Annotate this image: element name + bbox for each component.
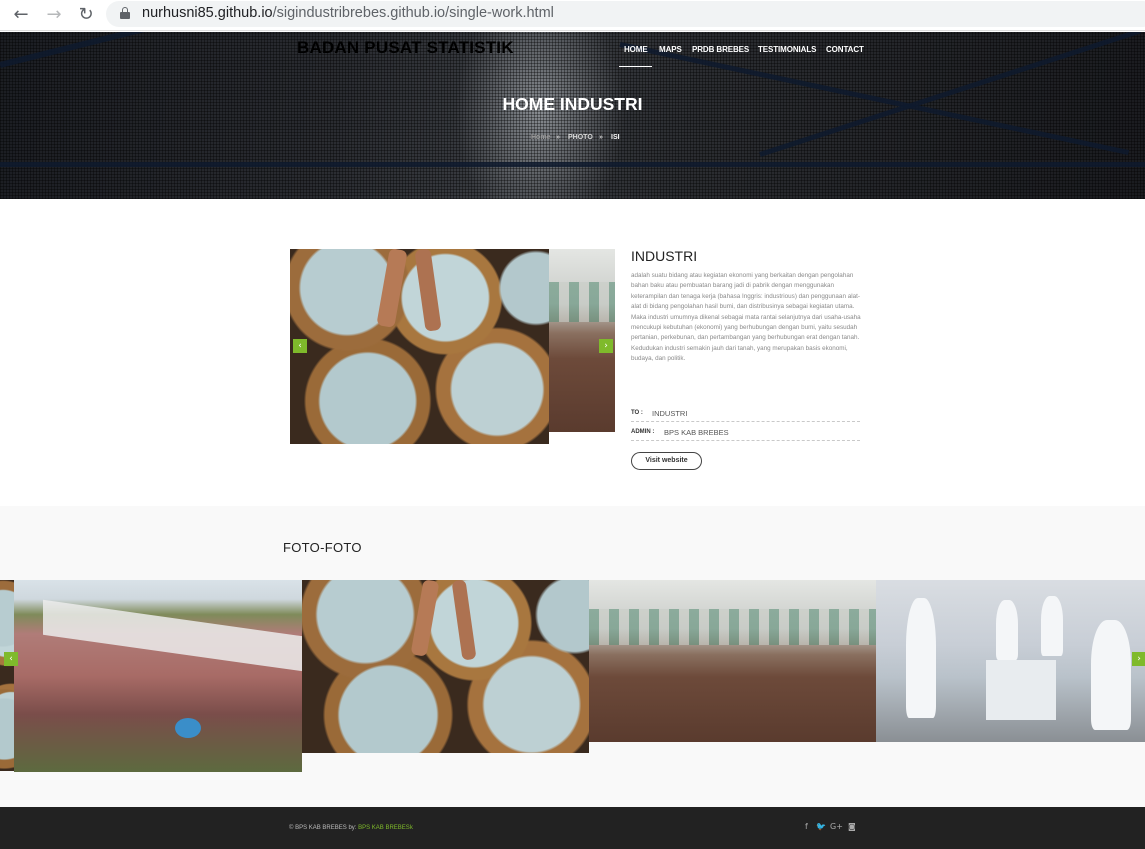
meta-admin-value: BPS KAB BREBES	[664, 428, 729, 437]
footer-credit-link[interactable]: BPS KAB BREBESk	[358, 825, 413, 831]
forward-arrow-icon[interactable]: →	[43, 4, 65, 26]
meta-to-value: INDUSTRI	[652, 409, 688, 418]
gallery-prev-icon[interactable]: ‹	[4, 652, 18, 666]
twitter-icon[interactable]: 🐦	[816, 822, 826, 831]
lock-icon	[120, 7, 130, 19]
browser-toolbar: ← → ↻ nurhusni85.github.io/sigindustribr…	[0, 0, 1145, 31]
breadcrumb-home[interactable]: Home	[531, 134, 550, 141]
breadcrumb-separator-icon: »	[556, 134, 560, 141]
meta-to-label: TO :	[631, 410, 643, 416]
nav-testimonials[interactable]: TESTIMONIALS	[758, 45, 816, 54]
facebook-icon[interactable]: f	[805, 822, 808, 831]
site-brand[interactable]: BADAN PUSAT STATISTIK	[297, 38, 514, 58]
gallery-image-onion-field[interactable]	[14, 580, 302, 772]
hero-beam	[0, 32, 254, 68]
slider-next-icon[interactable]: ›	[599, 339, 613, 353]
detail-description: adalah suatu bidang atau kegiatan ekonom…	[631, 272, 861, 363]
breadcrumb-photo[interactable]: PHOTO	[568, 134, 593, 141]
gallery-image-partial[interactable]	[0, 580, 14, 771]
nav-prdb-brebes[interactable]: PRDB BREBES	[692, 45, 749, 54]
instagram-icon[interactable]: ◙	[848, 822, 856, 831]
address-bar[interactable]: nurhusni85.github.io/sigindustribrebes.g…	[106, 1, 1145, 27]
footer-copyright: © BPS KAB BREBES by: BPS KAB BREBESk	[289, 825, 413, 831]
nav-active-indicator	[619, 66, 652, 67]
breadcrumb-current: ISI	[611, 134, 620, 141]
meta-admin-label: ADMIN :	[631, 429, 655, 435]
gallery-image-eggs[interactable]	[302, 580, 589, 753]
hero-banner: BADAN PUSAT STATISTIK HOME MAPS PRDB BRE…	[0, 32, 1145, 199]
slider-prev-icon[interactable]: ‹	[293, 339, 307, 353]
gallery-next-icon[interactable]: ›	[1132, 652, 1145, 666]
slider-image-eggs	[290, 249, 549, 444]
breadcrumb-separator-icon: »	[599, 134, 603, 141]
page-title: HOME INDUSTRI	[502, 94, 643, 114]
nav-maps[interactable]: MAPS	[659, 45, 682, 54]
gallery-image-onion-factory[interactable]	[589, 580, 876, 742]
gallery-title: FOTO-FOTO	[283, 540, 362, 555]
visit-website-button[interactable]: Visit website	[631, 452, 702, 470]
site-footer: © BPS KAB BREBES by: BPS KAB BREBESk f 🐦…	[0, 807, 1145, 849]
back-arrow-icon[interactable]: ←	[10, 4, 32, 26]
detail-title: INDUSTRI	[631, 248, 698, 264]
nav-home[interactable]: HOME	[624, 45, 648, 54]
reload-icon[interactable]: ↻	[75, 4, 97, 26]
url-path: /sigindustribrebes.github.io/single-work…	[272, 5, 554, 21]
gallery-image-electronics-lab[interactable]	[876, 580, 1145, 742]
nav-contact[interactable]: CONTACT	[826, 45, 864, 54]
footer-copyright-text: © BPS KAB BREBES by:	[289, 825, 357, 831]
hero-beam	[0, 162, 1145, 167]
meta-to-row: TO : INDUSTRI	[631, 404, 860, 422]
meta-admin-row: ADMIN : BPS KAB BREBES	[631, 423, 860, 441]
url-domain: nurhusni85.github.io	[142, 5, 273, 21]
google-plus-icon[interactable]: G+	[830, 822, 843, 831]
gallery-section: FOTO-FOTO ‹ ›	[0, 506, 1145, 807]
